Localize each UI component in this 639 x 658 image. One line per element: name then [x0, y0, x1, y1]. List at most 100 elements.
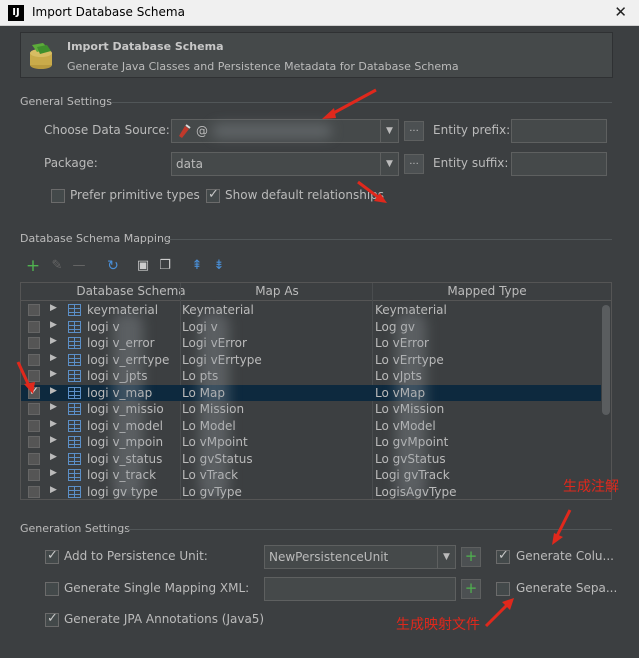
dropdown-arrow-icon[interactable]: ▼	[380, 153, 398, 175]
intellij-icon: IJ	[8, 5, 24, 21]
row-checkbox[interactable]	[28, 320, 40, 333]
general-settings-title: General Settings	[20, 95, 112, 108]
window-title: Import Database Schema	[32, 5, 185, 19]
single-mapping-xml-checkbox[interactable]	[45, 582, 59, 596]
dropdown-arrow-icon[interactable]: ▼	[380, 120, 398, 142]
generate-separate-checkbox[interactable]	[496, 582, 510, 596]
data-source-combo[interactable]: @ ▼	[171, 119, 399, 143]
collapse-all-icon[interactable]: ⇟	[210, 257, 228, 275]
row-checkbox[interactable]	[28, 419, 40, 432]
table-row[interactable]: ▶ keymaterial Keymaterial Keymaterial	[21, 302, 601, 319]
dropdown-arrow-icon[interactable]: ▼	[437, 546, 455, 568]
package-label: Package:	[44, 156, 98, 170]
add-to-persistence-label: Add to Persistence Unit:	[64, 549, 208, 563]
persistence-unit-combo[interactable]: NewPersistenceUnit ▼	[264, 545, 456, 569]
scrollbar-thumb[interactable]	[602, 305, 610, 415]
redacted-blur	[113, 313, 143, 498]
table-icon	[68, 485, 81, 498]
dialog-header: Import Database Schema Generate Java Cla…	[20, 32, 613, 78]
annotation-generate-comments: 生成注解	[563, 479, 619, 495]
entity-suffix-label: Entity suffix:	[433, 156, 509, 170]
expand-arrow-icon[interactable]: ▶	[50, 369, 57, 379]
prefer-primitive-label: Prefer primitive types	[70, 188, 200, 202]
expand-arrow-icon[interactable]: ▶	[50, 353, 57, 363]
entity-suffix-input[interactable]	[511, 152, 607, 176]
single-mapping-xml-input[interactable]	[264, 577, 456, 601]
data-source-browse-button[interactable]: ...	[404, 121, 424, 141]
table-icon	[68, 304, 81, 316]
table-row[interactable]: ▶ logi v_model Lo Model Lo vModel	[21, 418, 601, 435]
table-row[interactable]: ▶ logi v_status Lo gvStatus Lo gvStatus	[21, 451, 601, 468]
expand-arrow-icon[interactable]: ▶	[50, 468, 57, 478]
package-value: data	[176, 157, 204, 171]
table-row[interactable]: ▶ logi v_track Lo vTrack Logi gvTrack	[21, 467, 601, 484]
expand-arrow-icon[interactable]: ▶	[50, 386, 57, 396]
annotation-arrow	[484, 598, 514, 628]
refresh-icon[interactable]: ↻	[104, 257, 122, 275]
jpa-annotations-checkbox[interactable]	[45, 611, 59, 627]
generate-column-label: Generate Colu...	[516, 549, 614, 563]
row-checkbox[interactable]	[28, 469, 40, 481]
table-icon	[68, 353, 81, 366]
row-checkbox[interactable]	[28, 403, 40, 415]
expand-arrow-icon[interactable]: ▶	[50, 419, 57, 429]
expand-all-icon[interactable]: ⇞	[188, 257, 206, 275]
table-row[interactable]: ▶ logi v_jpts Lo pts Lo vJpts	[21, 368, 601, 385]
annotation-arrow	[357, 180, 387, 203]
table-icon	[68, 386, 81, 399]
redacted-blur	[396, 313, 426, 498]
table-row[interactable]: ▶ logi v_error Logi vError Lo vError	[21, 335, 601, 352]
close-icon[interactable]: ✕	[614, 3, 627, 21]
table-icon	[68, 403, 81, 415]
expand-arrow-icon[interactable]: ▶	[50, 485, 57, 495]
package-browse-button[interactable]: ...	[404, 154, 424, 174]
row-checkbox[interactable]	[28, 436, 40, 448]
table-icon	[68, 320, 81, 333]
entity-prefix-input[interactable]	[511, 119, 607, 143]
single-mapping-xml-label: Generate Single Mapping XML:	[64, 581, 250, 595]
schema-mapping-table[interactable]: Database Schema Map As Mapped Type ▶ keym…	[20, 282, 612, 500]
expand-arrow-icon[interactable]: ▶	[50, 435, 57, 445]
expand-arrow-icon[interactable]: ▶	[50, 336, 57, 346]
row-checkbox[interactable]	[28, 452, 40, 465]
column-header-map-as[interactable]: Map As	[181, 284, 373, 298]
add-mapping-xml-button[interactable]: +	[461, 579, 481, 599]
row-checkbox[interactable]	[28, 485, 40, 498]
table-icon	[68, 370, 81, 382]
mapping-toolbar: + ✎ — ↻ ▣ ❐ ⇞ ⇟	[22, 256, 622, 278]
separator	[128, 529, 612, 530]
expand-arrow-icon[interactable]: ▶	[50, 452, 57, 462]
table-row[interactable]: ▶ logi v_missio Lo Mission Lo vMission	[21, 401, 601, 418]
table-row[interactable]: ▶ logi v_errtype Logi vErrtype Lo vErrtype	[21, 352, 601, 369]
table-icon	[68, 469, 81, 481]
expand-arrow-icon[interactable]: ▶	[50, 402, 57, 412]
edit-icon[interactable]: ✎	[48, 257, 66, 275]
expand-arrow-icon[interactable]: ▶	[50, 320, 57, 330]
row-checkbox[interactable]	[28, 337, 40, 349]
remove-icon[interactable]: —	[70, 257, 88, 275]
table-row[interactable]: ▶logi v_mapLo MapLo vMap	[21, 384, 601, 401]
data-source-label: Choose Data Source:	[44, 123, 170, 137]
package-combo[interactable]: data ▼	[171, 152, 399, 176]
database-schema-icon	[30, 43, 52, 69]
row-checkbox[interactable]	[28, 304, 40, 316]
column-header-mapped-type[interactable]: Mapped Type	[373, 284, 601, 298]
table-row[interactable]: ▶ logi v Logi v Log gv	[21, 319, 601, 336]
show-default-relationships-checkbox[interactable]	[206, 187, 220, 203]
table-row[interactable]: ▶ logi gv type Lo gvType LogisAgvType	[21, 484, 601, 500]
generate-column-checkbox[interactable]	[496, 548, 510, 564]
add-to-persistence-checkbox[interactable]	[45, 548, 59, 564]
table-icon	[68, 436, 81, 448]
expand-arrow-icon[interactable]: ▶	[50, 303, 57, 313]
table-header: Database Schema Map As Mapped Type	[21, 283, 611, 301]
add-persistence-unit-button[interactable]: +	[461, 547, 481, 567]
select-all-icon[interactable]: ▣	[134, 257, 152, 275]
prefer-primitive-checkbox[interactable]	[51, 189, 65, 203]
table-row[interactable]: ▶ logi v_mpoin Lo vMpoint Lo gvMpoint	[21, 434, 601, 451]
add-icon[interactable]: +	[24, 257, 42, 275]
table-scrollbar[interactable]	[602, 303, 610, 499]
window-titlebar: IJ Import Database Schema ✕	[0, 0, 639, 26]
unselect-all-icon[interactable]: ❐	[156, 257, 174, 275]
annotation-arrow	[16, 361, 35, 394]
separator	[166, 239, 612, 240]
